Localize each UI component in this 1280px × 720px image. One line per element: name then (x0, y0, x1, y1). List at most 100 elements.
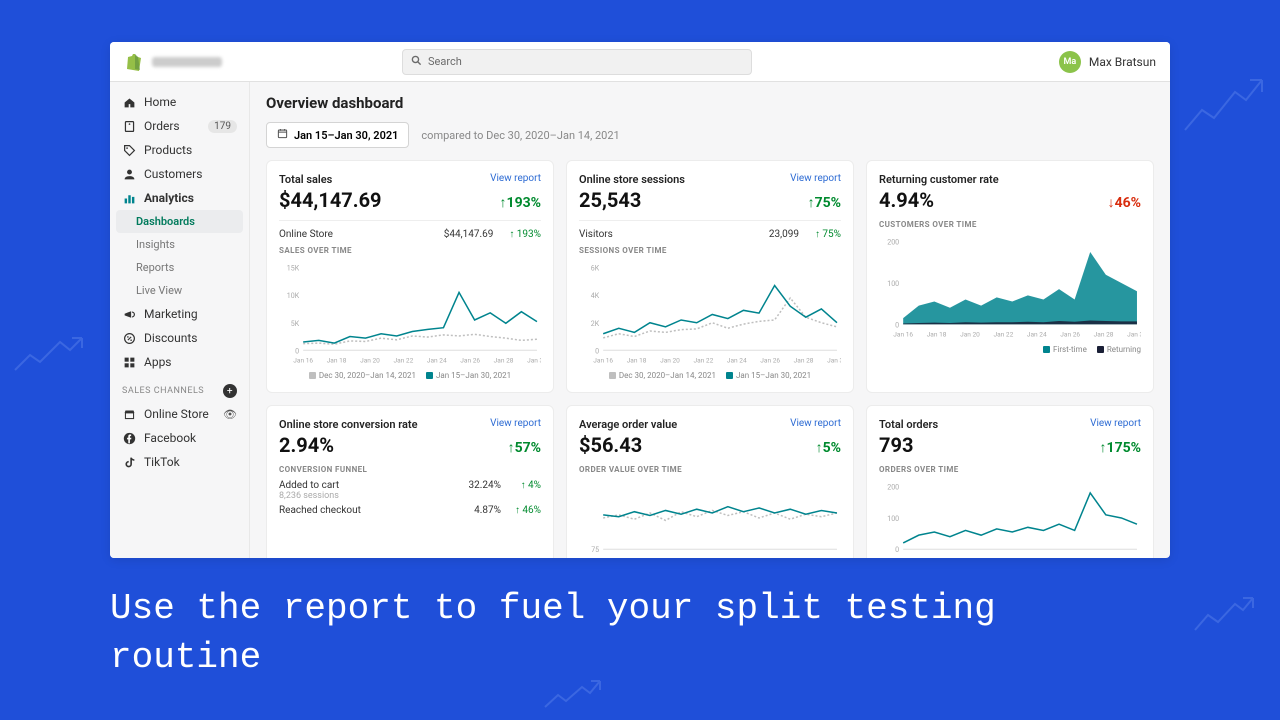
sidebar-sub-liveview[interactable]: Live View (110, 279, 249, 302)
svg-text:15K: 15K (287, 264, 300, 273)
eye-icon[interactable]: 👁 (223, 408, 237, 421)
topbar: Search Ma Max Bratsun (110, 42, 1170, 82)
user-name: Max Bratsun (1089, 55, 1156, 69)
cards-grid: Total sales View report $44,147.69 ↑193%… (266, 160, 1154, 558)
chart-aov: 75 (579, 478, 841, 558)
svg-text:Jan 16: Jan 16 (893, 330, 913, 338)
disc-icon (122, 332, 136, 345)
orders-icon (122, 120, 136, 133)
svg-text:0: 0 (895, 320, 899, 329)
svg-text:Jan 26: Jan 26 (1060, 330, 1080, 338)
svg-text:200: 200 (887, 483, 899, 492)
total-sales-pct: ↑193% (500, 194, 541, 211)
svg-text:Jan 28: Jan 28 (1094, 330, 1114, 338)
sidebar-item-label: Apps (144, 355, 172, 369)
tt-icon (122, 456, 136, 469)
svg-text:10K: 10K (287, 291, 300, 300)
svg-text:Jan 24: Jan 24 (1027, 330, 1047, 338)
svg-text:Jan 22: Jan 22 (993, 330, 1013, 338)
sidebar-item-label: Home (144, 95, 176, 109)
breakdown-value: $44,147.69 (444, 229, 494, 240)
svg-text:Jan 28: Jan 28 (494, 356, 514, 364)
user-icon (122, 168, 136, 181)
chart-label: CUSTOMERS OVER TIME (879, 220, 1141, 229)
sidebar-sub-insights[interactable]: Insights (110, 233, 249, 256)
svg-text:Jan 18: Jan 18 (327, 356, 347, 364)
chart-label: CONVERSION FUNNEL (279, 465, 541, 474)
svg-text:4K: 4K (591, 291, 600, 300)
fb-icon (122, 432, 136, 445)
sidebar-item-label: Products (144, 143, 192, 157)
chart-label: SALES OVER TIME (279, 246, 541, 255)
shopify-admin-window: Search Ma Max Bratsun Home Orders179 Produ… (110, 42, 1170, 558)
marketing-tagline: Use the report to fuel your split testin… (110, 585, 1170, 682)
sidebar-sub-dashboards[interactable]: Dashboards (116, 210, 243, 233)
svg-text:Jan 26: Jan 26 (460, 356, 480, 364)
search-input[interactable]: Search (402, 49, 752, 75)
view-report-link[interactable]: View report (790, 173, 841, 184)
search-icon (411, 55, 422, 69)
date-row: Jan 15–Jan 30, 2021 compared to Dec 30, … (266, 122, 1154, 148)
card-aov: Average order value View report $56.43 ↑… (566, 405, 854, 558)
card-orders: Total orders View report 793 ↑175% ORDER… (866, 405, 1154, 558)
chart-label: ORDER VALUE OVER TIME (579, 465, 841, 474)
orders-value: 793 (879, 433, 913, 457)
compare-text: compared to Dec 30, 2020–Jan 14, 2021 (421, 129, 619, 142)
sidebar-item-orders[interactable]: Orders179 (110, 114, 249, 138)
channel-label: Facebook (144, 431, 196, 445)
svg-text:Jan 18: Jan 18 (627, 356, 647, 364)
store-icon (122, 408, 136, 421)
sidebar-item-discounts[interactable]: Discounts (110, 326, 249, 350)
view-report-link[interactable]: View report (490, 418, 541, 429)
add-channel-button[interactable]: + (223, 384, 237, 398)
sidebar-item-label: Discounts (144, 331, 197, 345)
total-sales-value: $44,147.69 (279, 188, 382, 212)
page-title: Overview dashboard (266, 94, 1154, 112)
orders-pct: ↑175% (1100, 439, 1141, 456)
sidebar-item-home[interactable]: Home (110, 90, 249, 114)
sidebar-item-label: Analytics (144, 191, 194, 205)
channel-tiktok[interactable]: TikTok (110, 450, 249, 474)
returning-pct: ↓46% (1108, 194, 1141, 211)
shopify-logo-icon (124, 53, 142, 71)
card-title: Total orders (879, 418, 938, 431)
profile-button[interactable]: Ma Max Bratsun (1059, 51, 1156, 73)
date-range-button[interactable]: Jan 15–Jan 30, 2021 (266, 122, 409, 148)
channel-label: TikTok (144, 455, 180, 469)
chart-label: SESSIONS OVER TIME (579, 246, 841, 255)
channel-facebook[interactable]: Facebook (110, 426, 249, 450)
sidebar-item-customers[interactable]: Customers (110, 162, 249, 186)
view-report-link[interactable]: View report (1090, 418, 1141, 429)
sessions-value: 25,543 (579, 188, 641, 212)
view-report-link[interactable]: View report (790, 418, 841, 429)
card-title: Online store conversion rate (279, 418, 418, 431)
sidebar-sub-reports[interactable]: Reports (110, 256, 249, 279)
card-title: Returning customer rate (879, 173, 999, 186)
aov-pct: ↑5% (816, 439, 841, 456)
svg-text:Jan 16: Jan 16 (293, 356, 313, 364)
view-report-link[interactable]: View report (490, 173, 541, 184)
card-title: Average order value (579, 418, 677, 431)
avatar: Ma (1059, 51, 1081, 73)
svg-text:Jan 26: Jan 26 (760, 356, 780, 364)
svg-text:200: 200 (887, 238, 899, 247)
chart-sales: 05K10K15KJan 16Jan 18Jan 20Jan 22Jan 24J… (279, 259, 541, 369)
card-title: Total sales (279, 173, 332, 186)
sidebar-item-marketing[interactable]: Marketing (110, 302, 249, 326)
breakdown-label: Visitors (579, 229, 769, 240)
svg-text:Jan 22: Jan 22 (693, 356, 713, 364)
svg-text:100: 100 (887, 279, 899, 288)
svg-text:0: 0 (295, 346, 299, 355)
breakdown-pct: ↑ 75% (815, 229, 841, 240)
card-total-sales: Total sales View report $44,147.69 ↑193%… (266, 160, 554, 393)
channel-online[interactable]: Online Store👁 (110, 402, 249, 426)
funnel-row: Reached checkout4.87%↑ 46% (279, 503, 541, 518)
sidebar-item-apps[interactable]: Apps (110, 350, 249, 374)
sidebar-item-products[interactable]: Products (110, 138, 249, 162)
date-range-label: Jan 15–Jan 30, 2021 (294, 129, 398, 142)
sidebar: Home Orders179 Products Customers Analytics D… (110, 82, 250, 558)
svg-text:Jan 30: Jan 30 (827, 356, 841, 364)
sidebar-item-analytics[interactable]: Analytics (110, 186, 249, 210)
svg-text:Jan 22: Jan 22 (393, 356, 413, 364)
svg-text:Jan 30: Jan 30 (527, 356, 541, 364)
